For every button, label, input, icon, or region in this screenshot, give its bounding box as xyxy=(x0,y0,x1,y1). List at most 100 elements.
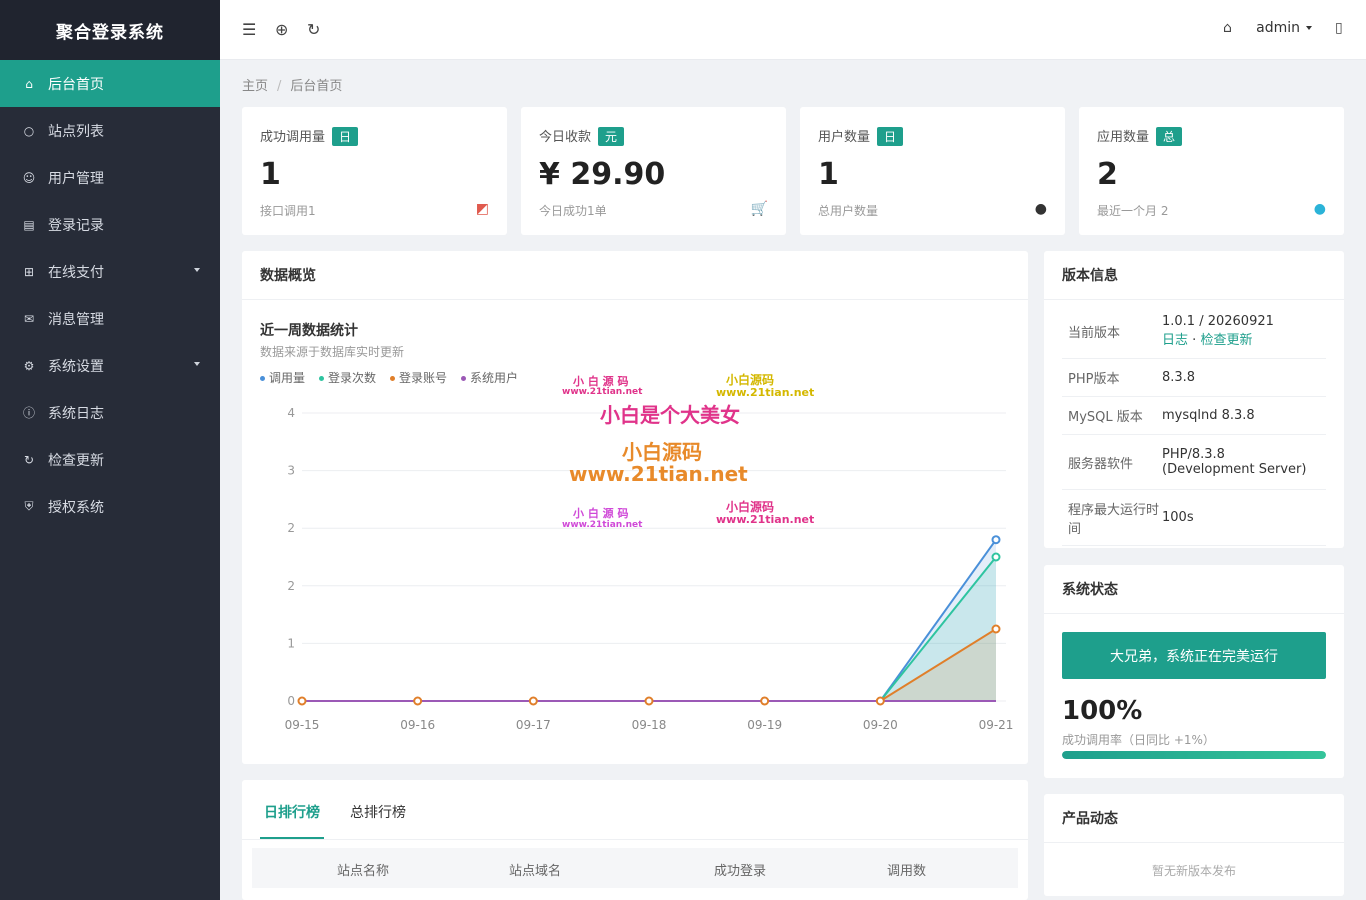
version-row: 服务器软件 PHP/8.3.8 (Development Server) xyxy=(1062,435,1326,490)
ranking-table-header: 站点名称 站点域名 成功登录 调用数 xyxy=(252,848,1018,888)
changelog-link[interactable]: 日志 xyxy=(1162,333,1188,348)
breadcrumb: 主页 / 后台首页 xyxy=(242,75,342,94)
legend-item[interactable]: 登录次数 xyxy=(319,369,376,386)
data-point xyxy=(413,696,423,706)
version-value-cell: mysqlnd 8.3.8 xyxy=(1162,397,1326,434)
user-menu[interactable]: admin xyxy=(1256,20,1312,36)
grid-icon: ⊞ xyxy=(23,264,35,279)
stat-label: 今日收款元 xyxy=(539,126,625,146)
progress-fill xyxy=(1062,751,1326,759)
version-key: PHP版本 xyxy=(1068,372,1120,387)
watermark-text: www.21tian.net xyxy=(569,462,748,486)
system-status-button[interactable]: 大兄弟，系统正在完美运行 xyxy=(1062,632,1326,679)
username: admin xyxy=(1256,20,1300,36)
stat-subtext: 最近一个月 2 xyxy=(1097,204,1169,218)
breadcrumb-home[interactable]: 主页 xyxy=(242,79,268,94)
sidebar-item-7[interactable]: ⓘ 系统日志 xyxy=(0,389,220,436)
active-tab-indicator xyxy=(260,837,324,839)
cart-icon: 🛒 xyxy=(750,201,768,217)
sidebar-item-label: 站点列表 xyxy=(48,123,104,140)
legend-dot xyxy=(319,376,325,381)
version-key: 服务器软件 xyxy=(1068,456,1134,472)
version-row: MySQL 版本 mysqlnd 8.3.8 xyxy=(1062,397,1326,435)
product-empty-text: 暂无新版本发布 xyxy=(1151,864,1236,878)
data-point xyxy=(528,696,538,706)
legend-item[interactable]: 登录账号 xyxy=(390,369,447,386)
col-call-count: 调用数 xyxy=(887,864,927,879)
tab-daily-rank[interactable]: 日排行榜 xyxy=(264,802,320,822)
globe-add-icon[interactable]: ⊕ xyxy=(275,20,288,39)
top-header: ☰ ⊕ ↻ ⌂ admin ▯ xyxy=(220,0,1366,60)
version-value-cell: 8.3.8 xyxy=(1162,359,1326,396)
tab-total-rank[interactable]: 总排行榜 xyxy=(350,802,406,822)
stat-label-text: 成功调用量 xyxy=(260,130,326,145)
y-tick-label: 0 xyxy=(287,694,295,708)
series-line xyxy=(302,556,997,702)
series-line xyxy=(302,628,997,702)
y-tick-label: 1 xyxy=(287,636,295,650)
check-update-link[interactable]: 检查更新 xyxy=(1200,333,1252,348)
data-point xyxy=(875,696,885,706)
stat-label-text: 用户数量 xyxy=(818,130,871,145)
sidebar-item-4[interactable]: ⊞ 在线支付 xyxy=(0,248,220,295)
stat-label: 成功调用量日 xyxy=(260,126,359,146)
sidebar-item-9[interactable]: ⛨ 授权系统 xyxy=(0,483,220,530)
version-row: 程序最大运行时间 100s xyxy=(1062,490,1326,546)
version-row: 当前版本 1.0.1 / 20260921 日志 · 检查更新 xyxy=(1062,304,1326,359)
sidebar-item-5[interactable]: ✉ 消息管理 xyxy=(0,295,220,342)
watermark-text: www.21tian.net xyxy=(562,520,643,530)
status-panel: 系统状态 大兄弟，系统正在完美运行 100% 成功调用率（日同比 +1%） xyxy=(1044,565,1344,778)
x-tick-label: 09-21 xyxy=(979,718,1014,732)
legend-label: 系统用户 xyxy=(470,371,519,385)
home-icon[interactable]: ⌂ xyxy=(1223,20,1232,36)
legend-dot xyxy=(260,376,265,381)
overview-panel: 数据概览 近一周数据统计 数据来源于数据库实时更新 调用量 登录次数 登录账号 系统用… xyxy=(242,251,1028,764)
stat-subtext: 今日成功1单 xyxy=(539,204,607,218)
overview-title: 数据概览 xyxy=(242,251,1028,300)
app-title: 聚合登录系统 xyxy=(0,0,220,60)
stat-subtext: 接口调用1 xyxy=(260,204,316,218)
version-value: 100s xyxy=(1162,510,1194,525)
stat-badge: 日 xyxy=(332,127,359,146)
sidebar-item-8[interactable]: ↻ 检查更新 xyxy=(0,436,220,483)
stat-value: 1 xyxy=(260,157,281,192)
version-value: 8.3.8 xyxy=(1162,370,1196,385)
ranking-panel: 日排行榜 总排行榜 站点名称 站点域名 成功登录 调用数 xyxy=(242,780,1028,900)
data-point xyxy=(760,696,770,706)
col-success-login: 成功登录 xyxy=(714,864,767,879)
y-tick-label: 4 xyxy=(287,406,295,420)
stat-label-text: 今日收款 xyxy=(539,130,592,145)
version-value-cell: 1.0.1 / 20260921 日志 · 检查更新 xyxy=(1162,304,1326,358)
data-point xyxy=(644,696,654,706)
version-row: PHP版本 8.3.8 xyxy=(1062,359,1326,397)
version-key: 程序最大运行时间 xyxy=(1068,502,1160,537)
watermark-text: 小白是个大美女 xyxy=(600,403,740,427)
legend-label: 登录账号 xyxy=(399,371,448,385)
sidebar-item-label: 系统日志 xyxy=(48,405,104,422)
chart-icon: ◩ xyxy=(475,201,489,217)
sidebar-item-3[interactable]: ▤ 登录记录 xyxy=(0,201,220,248)
menu-toggle-icon[interactable]: ☰ xyxy=(242,20,256,39)
stat-card: 今日收款元 ¥ 29.90 今日成功1单 🛒 xyxy=(521,107,786,235)
status-title: 系统状态 xyxy=(1044,565,1344,614)
legend-item[interactable]: 调用量 xyxy=(260,369,305,386)
sidebar-item-0[interactable]: ⌂ 后台首页 xyxy=(0,60,220,107)
stat-value: ¥ 29.90 xyxy=(539,157,666,192)
version-value-cell: 100s xyxy=(1162,490,1326,545)
sidebar-item-1[interactable]: ○ 站点列表 xyxy=(0,107,220,154)
sidebar-nav: ⌂ 后台首页 ○ 站点列表 ☺ 用户管理 ▤ 登录记录 ⊞ 在线支付 ✉ 消息管理 ⚙ 系统设置 ⓘ 系统日志… xyxy=(0,60,220,530)
phone-icon[interactable]: ▯ xyxy=(1335,20,1343,36)
breadcrumb-current: 后台首页 xyxy=(290,79,343,94)
legend-item[interactable]: 系统用户 xyxy=(461,369,518,386)
version-panel: 版本信息 当前版本 1.0.1 / 20260921 日志 · 检查更新 PHP版本 8… xyxy=(1044,251,1344,548)
refresh-icon[interactable]: ↻ xyxy=(307,20,320,39)
sidebar-item-label: 登录记录 xyxy=(48,217,104,234)
sidebar-item-2[interactable]: ☺ 用户管理 xyxy=(0,154,220,201)
version-value-extra: (Development Server) xyxy=(1162,462,1307,477)
x-tick-label: 09-16 xyxy=(400,718,435,732)
globe-icon: ● xyxy=(1313,201,1326,217)
sidebar-item-label: 授权系统 xyxy=(48,499,104,516)
version-title: 版本信息 xyxy=(1044,251,1344,300)
sidebar-item-6[interactable]: ⚙ 系统设置 xyxy=(0,342,220,389)
chart-subtitle: 数据来源于数据库实时更新 xyxy=(260,345,405,359)
